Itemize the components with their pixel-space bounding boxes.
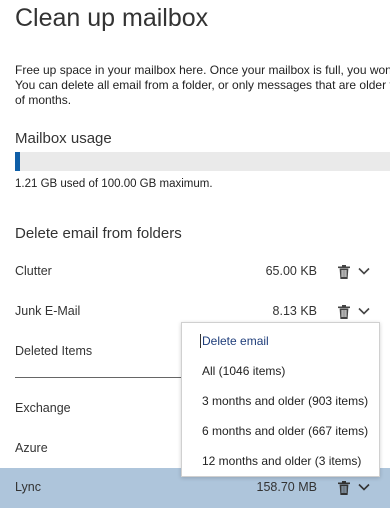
usage-bar: [15, 152, 390, 171]
usage-bar-fill: [15, 152, 20, 171]
menu-item-6-months[interactable]: 6 months and older (667 items): [202, 424, 368, 438]
chevron-down-icon[interactable]: [358, 482, 370, 492]
usage-summary: 1.21 GB used of 100.00 GB maximum.: [15, 178, 213, 190]
divider: [15, 377, 190, 378]
folder-name: Lync: [15, 480, 41, 494]
description-line: Free up space in your mailbox here. Once…: [15, 63, 390, 77]
chevron-down-icon[interactable]: [358, 266, 370, 276]
description-line: of months.: [15, 93, 72, 107]
menu-item-12-months[interactable]: 12 months and older (3 items): [202, 454, 361, 468]
folder-row-clutter[interactable]: Clutter 65.00 KB: [0, 252, 390, 292]
folder-name: Azure: [15, 441, 48, 455]
menu-item-3-months[interactable]: 3 months and older (903 items): [202, 394, 368, 408]
folder-size: 158.70 MB: [256, 480, 317, 494]
folder-size: 8.13 KB: [272, 304, 317, 318]
description-line: You can delete all email from a folder, …: [15, 78, 390, 92]
delete-email-menu: Delete email All (1046 items) 3 months a…: [181, 322, 380, 477]
menu-header-delete-email[interactable]: Delete email: [200, 334, 269, 348]
folder-name: Clutter: [15, 264, 52, 278]
folder-name: Junk E-Mail: [15, 304, 81, 318]
trash-icon[interactable]: [338, 481, 350, 495]
folder-size: 65.00 KB: [265, 264, 317, 278]
folders-heading: Delete email from folders: [15, 225, 182, 242]
chevron-down-icon[interactable]: [358, 306, 370, 316]
description: Free up space in your mailbox here. Once…: [15, 63, 390, 108]
folder-name: Exchange: [15, 401, 71, 415]
trash-icon[interactable]: [338, 265, 350, 279]
usage-heading: Mailbox usage: [15, 130, 112, 147]
menu-item-all[interactable]: All (1046 items): [202, 364, 285, 378]
trash-icon[interactable]: [338, 305, 350, 319]
folder-name: Deleted Items: [15, 344, 93, 358]
page-title: Clean up mailbox: [15, 4, 209, 32]
